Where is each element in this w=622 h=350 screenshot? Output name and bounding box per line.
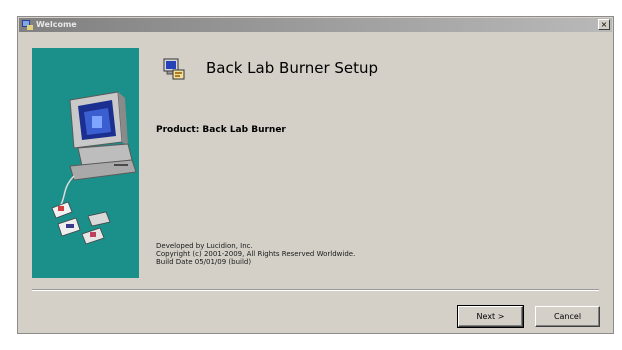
setup-app-icon bbox=[22, 20, 33, 30]
build-date-line: Build Date 05/01/09 (build) bbox=[156, 258, 252, 266]
product-label: Product: Back Lab Burner bbox=[156, 125, 286, 135]
copyright-line: Copyright (c) 2001-2009, All Rights Rese… bbox=[156, 250, 356, 258]
close-button[interactable]: × bbox=[598, 19, 610, 30]
window-title: Welcome bbox=[36, 20, 77, 29]
welcome-dialog: Welcome × Back Lab Burner Setup Product:… bbox=[17, 16, 614, 334]
sidebar-banner bbox=[32, 48, 139, 278]
divider bbox=[32, 289, 599, 291]
next-button[interactable]: Next > bbox=[457, 305, 524, 328]
cancel-button[interactable]: Cancel bbox=[535, 306, 600, 327]
setup-installer-icon bbox=[163, 58, 185, 80]
copyright-info: Developed by Lucidion, Inc. Copyright (c… bbox=[156, 242, 355, 266]
computer-install-icon bbox=[51, 91, 137, 245]
title-bar[interactable]: Welcome × bbox=[19, 18, 612, 32]
close-icon: × bbox=[600, 20, 608, 29]
developer-line: Developed by Lucidion, Inc. bbox=[156, 242, 253, 250]
screen: Welcome × Back Lab Burner Setup Product:… bbox=[0, 0, 622, 350]
page-title: Back Lab Burner Setup bbox=[206, 59, 379, 77]
